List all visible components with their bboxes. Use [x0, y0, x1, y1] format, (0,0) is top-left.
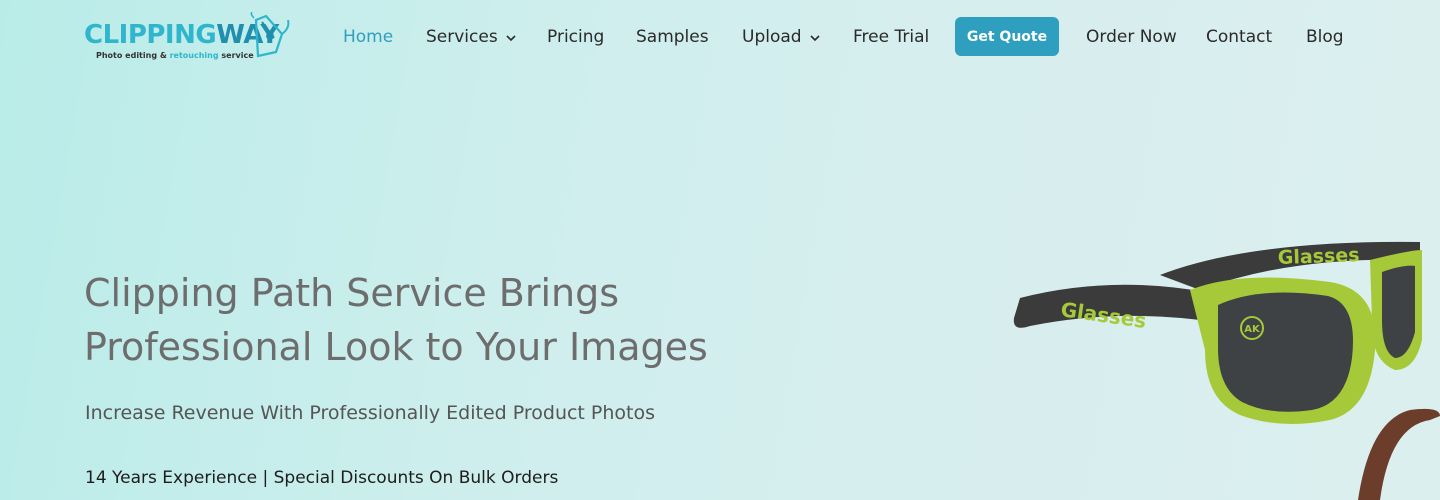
hero-title-line-1: Clipping Path Service Brings [84, 271, 620, 315]
nav-order-now[interactable]: Order Now [1086, 27, 1177, 47]
sunglasses-image: Glasses Glasses AK [1013, 241, 1440, 500]
pen-nib-icon [250, 12, 290, 58]
lens-mark: AK [1244, 324, 1261, 335]
nav-home[interactable]: Home [343, 27, 393, 47]
temple-text-right: Glasses [1277, 244, 1359, 269]
hero-subtitle: Increase Revenue With Professionally Edi… [85, 402, 656, 424]
nav-upload[interactable]: Upload [742, 27, 820, 47]
nav-blog[interactable]: Blog [1306, 27, 1344, 47]
nav-free-trial[interactable]: Free Trial [853, 27, 929, 47]
get-quote-button[interactable]: Get Quote [955, 17, 1059, 56]
nav-services[interactable]: Services [426, 27, 516, 47]
logo-tagline: Photo editing & retouching service [96, 51, 254, 60]
hero-title: Clipping Path Service Brings Professiona… [84, 266, 784, 374]
nav-pricing[interactable]: Pricing [547, 27, 604, 47]
hero-title-line-2: Professional Look to Your Images [84, 325, 708, 369]
chevron-down-icon [506, 34, 516, 41]
nav-samples[interactable]: Samples [636, 27, 709, 47]
chevron-down-icon [810, 34, 820, 41]
hero-meta-line: 14 Years Experience | Special Discounts … [85, 468, 559, 488]
nav-contact[interactable]: Contact [1206, 27, 1272, 47]
logo[interactable]: CLIPPINGWAY Photo editing & retouching s… [84, 12, 294, 64]
